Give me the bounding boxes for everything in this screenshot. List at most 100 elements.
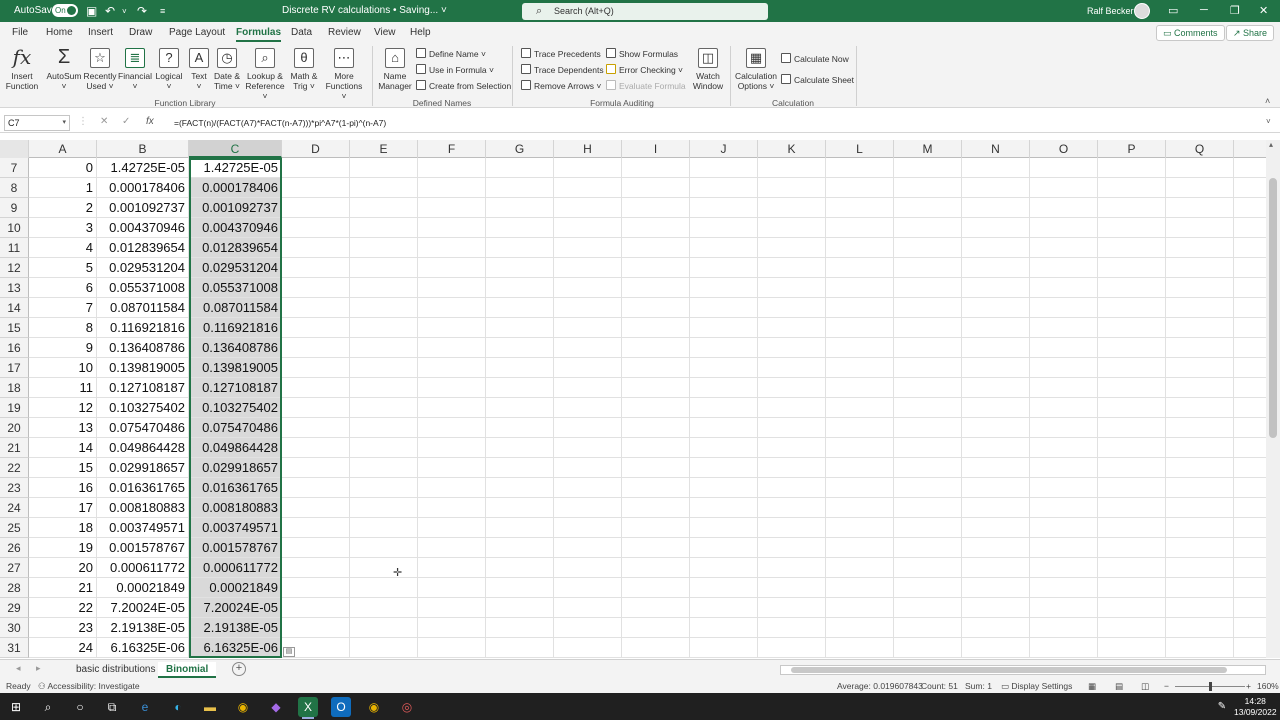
empty-cell[interactable]: [758, 418, 826, 438]
empty-cell[interactable]: [1098, 318, 1166, 338]
empty-cell[interactable]: [622, 458, 690, 478]
avatar[interactable]: [1134, 3, 1150, 19]
empty-cell[interactable]: [690, 378, 758, 398]
empty-cell[interactable]: [962, 358, 1030, 378]
column-header-h[interactable]: H: [554, 140, 622, 158]
empty-cell[interactable]: [282, 538, 350, 558]
empty-cell[interactable]: [622, 558, 690, 578]
empty-cell[interactable]: [894, 558, 962, 578]
empty-cell[interactable]: [1098, 618, 1166, 638]
edge-icon[interactable]: ◐: [168, 697, 188, 717]
empty-cell[interactable]: [826, 218, 894, 238]
create-from-selection-button[interactable]: Create from Selection: [416, 80, 511, 91]
empty-cell[interactable]: [1098, 298, 1166, 318]
empty-cell[interactable]: [486, 258, 554, 278]
empty-cell[interactable]: [282, 358, 350, 378]
column-header-f[interactable]: F: [418, 140, 486, 158]
empty-cell[interactable]: [1166, 218, 1234, 238]
status-count[interactable]: Count: 51: [921, 681, 958, 691]
empty-cell[interactable]: [350, 498, 418, 518]
empty-cell[interactable]: [1234, 198, 1266, 218]
empty-cell[interactable]: [894, 538, 962, 558]
empty-cell[interactable]: [554, 218, 622, 238]
remove-arrows-button[interactable]: Remove Arrows ˅: [521, 80, 601, 91]
zoom-slider-thumb[interactable]: [1209, 682, 1212, 691]
empty-cell[interactable]: [418, 158, 486, 178]
empty-cell[interactable]: [690, 158, 758, 178]
empty-cell[interactable]: [1166, 338, 1234, 358]
empty-cell[interactable]: [1234, 218, 1266, 238]
empty-cell[interactable]: [554, 378, 622, 398]
cell-c[interactable]: 0.139819005: [189, 358, 282, 378]
empty-cell[interactable]: [894, 578, 962, 598]
zoom-out-icon[interactable]: −: [1164, 681, 1169, 691]
tab-file[interactable]: File: [12, 27, 28, 38]
empty-cell[interactable]: [1098, 398, 1166, 418]
prev-sheet-icon[interactable]: ◂: [16, 663, 21, 674]
trace-precedents-button[interactable]: Trace Precedents: [521, 48, 601, 59]
empty-cell[interactable]: [350, 198, 418, 218]
empty-cell[interactable]: [690, 498, 758, 518]
column-header-p[interactable]: P: [1098, 140, 1166, 158]
empty-cell[interactable]: [1030, 378, 1098, 398]
empty-cell[interactable]: [894, 478, 962, 498]
empty-cell[interactable]: [554, 558, 622, 578]
row-header[interactable]: 24: [0, 498, 29, 518]
cell-a[interactable]: 8: [29, 318, 97, 338]
insert-function-icon[interactable]: fx: [146, 116, 154, 127]
expand-formula-bar-icon[interactable]: ˅: [1266, 117, 1271, 126]
empty-cell[interactable]: [894, 258, 962, 278]
empty-cell[interactable]: [350, 518, 418, 538]
error-checking-button[interactable]: Error Checking ˅: [606, 64, 683, 75]
empty-cell[interactable]: [826, 538, 894, 558]
cell-b[interactable]: 0.055371008: [97, 278, 189, 298]
empty-cell[interactable]: [1098, 158, 1166, 178]
empty-cell[interactable]: [622, 538, 690, 558]
column-header-e[interactable]: E: [350, 140, 418, 158]
empty-cell[interactable]: [1234, 398, 1266, 418]
column-header-k[interactable]: K: [758, 140, 826, 158]
cell-b[interactable]: 2.19138E-05: [97, 618, 189, 638]
empty-cell[interactable]: [1030, 238, 1098, 258]
empty-cell[interactable]: [894, 458, 962, 478]
empty-cell[interactable]: [350, 238, 418, 258]
empty-cell[interactable]: [622, 418, 690, 438]
cell-c[interactable]: 0.136408786: [189, 338, 282, 358]
cell-b[interactable]: 0.116921816: [97, 318, 189, 338]
cell-c[interactable]: 0.016361765: [189, 478, 282, 498]
empty-cell[interactable]: [758, 198, 826, 218]
empty-cell[interactable]: [1030, 338, 1098, 358]
empty-cell[interactable]: [1098, 438, 1166, 458]
cell-a[interactable]: 23: [29, 618, 97, 638]
tab-review[interactable]: Review: [328, 27, 361, 38]
empty-cell[interactable]: [282, 298, 350, 318]
cell-a[interactable]: 10: [29, 358, 97, 378]
empty-cell[interactable]: [826, 338, 894, 358]
cell-a[interactable]: 3: [29, 218, 97, 238]
empty-cell[interactable]: [1234, 238, 1266, 258]
empty-cell[interactable]: [826, 418, 894, 438]
restore-icon[interactable]: ❐: [1230, 4, 1240, 17]
cell-a[interactable]: 24: [29, 638, 97, 658]
share-button[interactable]: ↗ Share: [1226, 25, 1275, 41]
empty-cell[interactable]: [1030, 618, 1098, 638]
empty-cell[interactable]: [486, 598, 554, 618]
next-sheet-icon[interactable]: ▸: [36, 663, 41, 674]
empty-cell[interactable]: [1234, 638, 1266, 658]
select-all-corner[interactable]: [0, 140, 29, 158]
empty-cell[interactable]: [1030, 198, 1098, 218]
cell-b[interactable]: 0.075470486: [97, 418, 189, 438]
empty-cell[interactable]: [1098, 278, 1166, 298]
cell-a[interactable]: 9: [29, 338, 97, 358]
empty-cell[interactable]: [1098, 578, 1166, 598]
empty-cell[interactable]: [962, 158, 1030, 178]
empty-cell[interactable]: [1166, 398, 1234, 418]
more-functions-button[interactable]: ⋯ More Functions ˅: [322, 48, 366, 101]
empty-cell[interactable]: [758, 478, 826, 498]
empty-cell[interactable]: [758, 598, 826, 618]
empty-cell[interactable]: [554, 198, 622, 218]
autosave-toggle[interactable]: On: [52, 4, 78, 17]
empty-cell[interactable]: [1030, 318, 1098, 338]
empty-cell[interactable]: [486, 578, 554, 598]
cell-b[interactable]: 0.001578767: [97, 538, 189, 558]
